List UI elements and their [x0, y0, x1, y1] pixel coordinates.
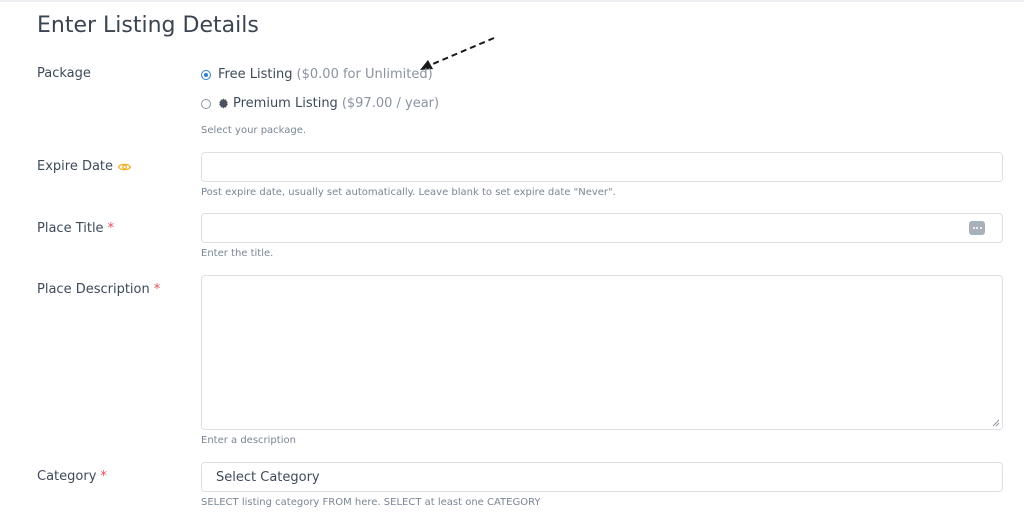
- more-options-icon[interactable]: [969, 221, 985, 235]
- free-listing-radio[interactable]: [201, 69, 211, 80]
- expire-date-input[interactable]: [202, 153, 1002, 181]
- place-description-textarea[interactable]: [202, 276, 1002, 429]
- package-hint: Select your package.: [201, 125, 307, 136]
- premium-listing-name: Premium Listing: [233, 96, 338, 111]
- package-label: Package: [37, 66, 91, 81]
- expire-date-hint: Post expire date, usually set automatica…: [201, 187, 616, 198]
- top-divider: [0, 0, 1024, 2]
- place-description-label-text: Place Description: [37, 282, 150, 297]
- resize-grip-icon[interactable]: [992, 419, 1000, 427]
- category-select[interactable]: Select Category: [201, 462, 1003, 492]
- category-label: Category *: [37, 469, 107, 484]
- package-option-premium[interactable]: Premium Listing ($97.00 / year): [201, 96, 439, 111]
- premium-listing-radio[interactable]: [201, 98, 211, 109]
- expire-date-label-text: Expire Date: [37, 159, 114, 174]
- free-listing-name: Free Listing: [218, 67, 293, 82]
- place-description-label: Place Description *: [37, 282, 160, 297]
- place-title-hint: Enter the title.: [201, 248, 274, 259]
- required-mark: *: [100, 469, 107, 484]
- place-title-input[interactable]: [202, 214, 1002, 242]
- category-hint: SELECT listing category FROM here. SELEC…: [201, 497, 541, 508]
- package-option-free[interactable]: Free Listing ($0.00 for Unlimited): [201, 67, 433, 82]
- category-label-text: Category: [37, 469, 97, 484]
- required-mark: *: [107, 221, 115, 236]
- place-title-label-text: Place Title: [37, 221, 104, 236]
- place-description-hint: Enter a description: [201, 435, 296, 446]
- required-mark: *: [153, 282, 161, 297]
- place-description-field[interactable]: [201, 275, 1003, 430]
- expire-date-label: Expire Date: [37, 159, 132, 174]
- place-title-field[interactable]: [201, 213, 1003, 243]
- expire-date-field[interactable]: [201, 152, 1003, 182]
- category-selected-value: Select Category: [216, 470, 320, 485]
- page-title: Enter Listing Details: [37, 13, 259, 38]
- eye-icon[interactable]: [118, 162, 132, 172]
- badge-icon: [218, 98, 229, 109]
- free-listing-price: ($0.00 for Unlimited): [296, 67, 433, 82]
- place-title-label: Place Title *: [37, 221, 114, 236]
- premium-listing-price: ($97.00 / year): [341, 96, 440, 111]
